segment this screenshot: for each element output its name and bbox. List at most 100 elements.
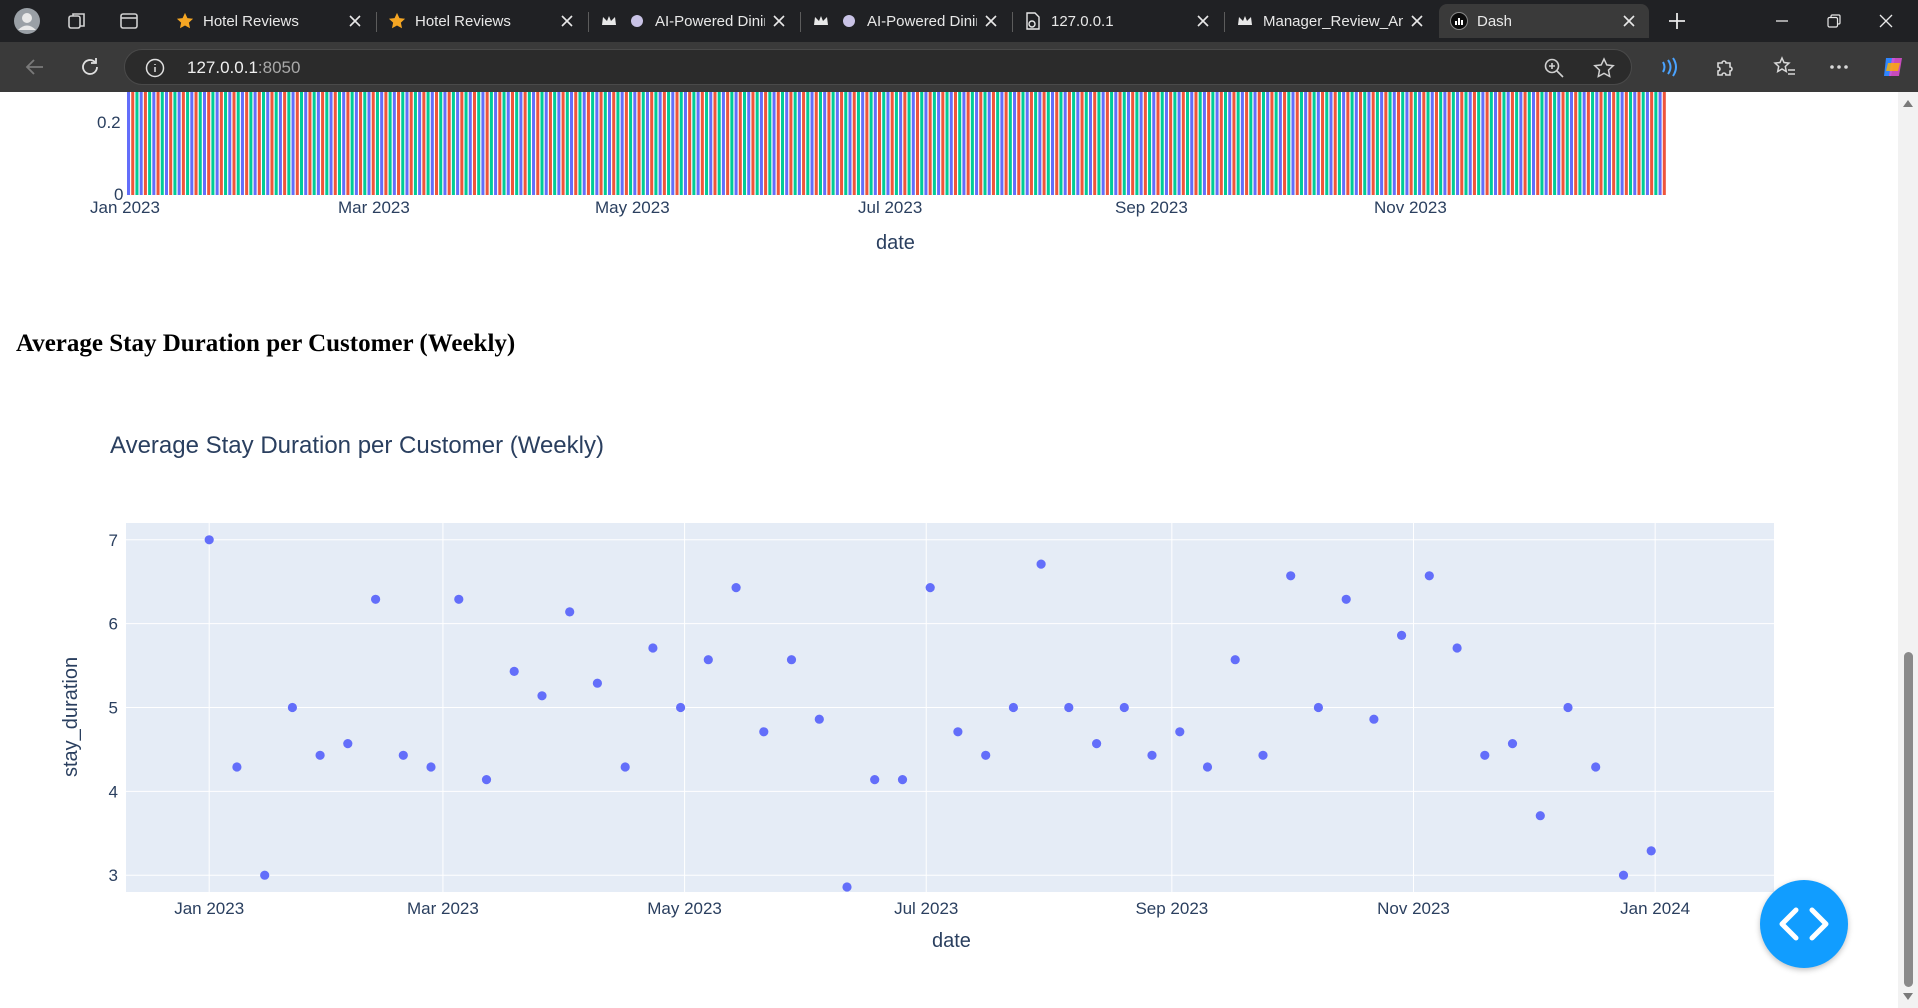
- scatter-point[interactable]: [1341, 594, 1351, 604]
- more-options-icon[interactable]: [1822, 50, 1856, 84]
- scatter-point[interactable]: [260, 870, 270, 880]
- workspaces-icon[interactable]: [62, 6, 92, 36]
- scatter-point[interactable]: [1452, 643, 1462, 653]
- scatter-point[interactable]: [1397, 630, 1407, 641]
- scatter-point[interactable]: [786, 655, 797, 665]
- vertical-tabs-icon[interactable]: [114, 6, 144, 36]
- scatter-point[interactable]: [371, 594, 381, 604]
- scatter-point[interactable]: [481, 775, 492, 785]
- scatter-point[interactable]: [565, 607, 575, 617]
- scatter-point[interactable]: [1286, 571, 1296, 581]
- scatter-point[interactable]: [343, 739, 353, 749]
- restore-button[interactable]: [1806, 0, 1862, 42]
- extensions-icon[interactable]: [1708, 50, 1742, 84]
- scatter-point[interactable]: [731, 583, 741, 593]
- dash-icon: [1449, 11, 1469, 31]
- close-icon[interactable]: [553, 7, 581, 35]
- scatter-point[interactable]: [648, 643, 658, 653]
- scatter-point[interactable]: [703, 655, 713, 665]
- address-bar[interactable]: 127.0.0.1:8050: [124, 49, 1632, 85]
- scatter-point[interactable]: [870, 775, 880, 785]
- scatter-point[interactable]: [1563, 702, 1573, 713]
- scatter-point[interactable]: [953, 727, 963, 737]
- scatter-point[interactable]: [1064, 702, 1074, 713]
- tab-hotel-reviews-1[interactable]: Hotel Reviews: [165, 4, 375, 38]
- scatter-point[interactable]: [1646, 846, 1656, 856]
- tab-localhost[interactable]: 127.0.0.1: [1013, 4, 1223, 38]
- scatter-point[interactable]: [1175, 727, 1185, 737]
- favorites-icon[interactable]: [1768, 50, 1802, 84]
- scatter-point[interactable]: [1480, 750, 1490, 760]
- scatter-point[interactable]: [1535, 811, 1545, 821]
- close-icon[interactable]: [1403, 7, 1431, 35]
- tab-title: Hotel Reviews: [203, 12, 299, 30]
- favorite-star-icon[interactable]: [1593, 57, 1615, 84]
- scrollbar-thumb[interactable]: [1904, 652, 1913, 987]
- tab-manager-review[interactable]: Manager_Review_An: [1225, 4, 1437, 38]
- tab-hotel-reviews-2[interactable]: Hotel Reviews: [377, 4, 587, 38]
- crown-icon: [811, 11, 831, 31]
- scatter-point[interactable]: [1119, 702, 1129, 713]
- tab-ai-powered-dining-1[interactable]: AI-Powered Dinin: [589, 4, 799, 38]
- scatter-point[interactable]: [1424, 571, 1434, 581]
- reload-button[interactable]: [73, 50, 107, 84]
- scatter-point[interactable]: [1369, 714, 1379, 724]
- scroll-down-arrow-icon[interactable]: [1903, 993, 1913, 1000]
- scatter-point[interactable]: [1230, 655, 1240, 665]
- close-icon[interactable]: [341, 7, 369, 35]
- scatter-point[interactable]: [1147, 750, 1157, 760]
- y-tick-label: 7: [109, 531, 118, 550]
- scatter-point[interactable]: [1313, 702, 1323, 713]
- scatter-plot-area: Jan 2023 Mar 2023 May 2023 Jul 2023 Sep 2023…: [109, 523, 1774, 918]
- scatter-point[interactable]: [454, 594, 464, 604]
- scatter-point[interactable]: [842, 882, 852, 892]
- scatter-point[interactable]: [981, 750, 991, 760]
- y-tick-label: 6: [109, 615, 118, 634]
- scatter-point[interactable]: [1092, 739, 1102, 749]
- app-logo-icon: [839, 11, 859, 31]
- scatter-point[interactable]: [620, 762, 630, 772]
- scatter-point[interactable]: [1618, 870, 1629, 880]
- back-button[interactable]: [18, 50, 52, 84]
- scatter-point[interactable]: [1008, 702, 1019, 713]
- close-icon[interactable]: [1189, 7, 1217, 35]
- scatter-point[interactable]: [398, 750, 408, 760]
- scatter-point[interactable]: [232, 762, 242, 772]
- close-icon[interactable]: [1615, 7, 1643, 35]
- minimize-button[interactable]: [1754, 0, 1810, 42]
- scatter-point[interactable]: [1036, 559, 1046, 569]
- scatter-point[interactable]: [315, 750, 325, 760]
- close-window-button[interactable]: [1858, 0, 1914, 42]
- close-icon[interactable]: [977, 7, 1005, 35]
- scatter-point[interactable]: [1591, 762, 1601, 772]
- dash-page: 0.2 0 Jan 2023 Mar 2023 May 2023 Jul 202…: [0, 92, 1898, 1008]
- scatter-point[interactable]: [676, 702, 686, 713]
- dash-debug-menu-button[interactable]: [1760, 880, 1848, 968]
- code-brackets-icon: [1779, 907, 1829, 941]
- scatter-point[interactable]: [537, 691, 547, 701]
- scatter-point[interactable]: [759, 727, 769, 737]
- read-aloud-icon[interactable]: [1652, 50, 1686, 84]
- tab-dash[interactable]: Dash: [1439, 4, 1649, 38]
- scatter-point[interactable]: [426, 762, 436, 772]
- copilot-icon[interactable]: [1876, 50, 1910, 84]
- scatter-point[interactable]: [204, 535, 214, 545]
- scatter-point[interactable]: [1507, 739, 1518, 749]
- tab-ai-powered-dining-2[interactable]: AI-Powered Dinin: [801, 4, 1011, 38]
- scatter-point[interactable]: [287, 702, 297, 713]
- scatter-point[interactable]: [509, 666, 519, 677]
- scatter-point[interactable]: [1202, 762, 1213, 772]
- page-scrollbar[interactable]: [1898, 92, 1918, 1008]
- scatter-point[interactable]: [1258, 750, 1268, 760]
- scatter-point[interactable]: [592, 678, 603, 688]
- scatter-point[interactable]: [814, 714, 824, 724]
- new-tab-button[interactable]: [1662, 6, 1692, 36]
- scroll-up-arrow-icon[interactable]: [1903, 100, 1913, 107]
- zoom-icon[interactable]: [1543, 57, 1565, 84]
- browser-toolbar: 127.0.0.1:8050: [0, 42, 1918, 92]
- scatter-point[interactable]: [897, 775, 908, 785]
- scatter-point[interactable]: [925, 583, 935, 593]
- site-info-icon[interactable]: [145, 58, 165, 83]
- profile-avatar-icon[interactable]: [12, 6, 42, 36]
- close-icon[interactable]: [765, 7, 793, 35]
